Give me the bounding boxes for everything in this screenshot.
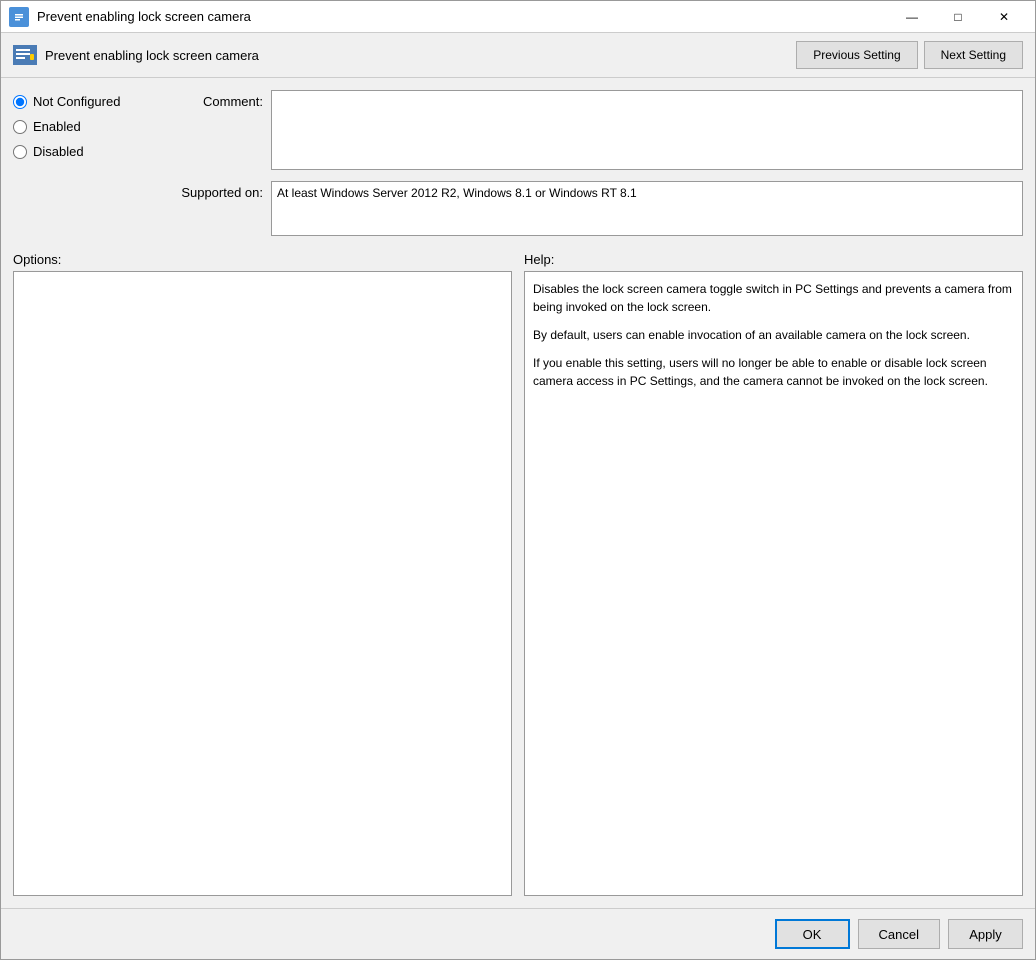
header-left: Prevent enabling lock screen camera: [13, 45, 259, 65]
header-title: Prevent enabling lock screen camera: [45, 48, 259, 63]
policy-icon: [13, 45, 37, 65]
supported-row: Supported on: At least Windows Server 20…: [173, 181, 1023, 236]
form-area: Comment: Supported on: At least Windows …: [173, 90, 1023, 236]
help-text-1: Disables the lock screen camera toggle s…: [533, 280, 1014, 316]
options-help-section: Options: Help: Disables the lock screen …: [13, 252, 1023, 896]
window-icon: [9, 7, 29, 27]
content-area: Not Configured Enabled Disabled Comment:: [1, 78, 1035, 908]
header-buttons: Previous Setting Next Setting: [796, 41, 1023, 69]
help-text-3: If you enable this setting, users will n…: [533, 354, 1014, 390]
supported-text: At least Windows Server 2012 R2, Windows…: [271, 181, 1023, 236]
disabled-label: Disabled: [33, 144, 84, 159]
supported-label: Supported on:: [173, 181, 263, 200]
footer: OK Cancel Apply: [1, 908, 1035, 959]
help-label: Help:: [524, 252, 1023, 267]
help-panel: Help: Disables the lock screen camera to…: [524, 252, 1023, 896]
title-bar: Prevent enabling lock screen camera — □ …: [1, 1, 1035, 33]
options-label: Options:: [13, 252, 512, 267]
minimize-button[interactable]: —: [889, 1, 935, 33]
not-configured-label: Not Configured: [33, 94, 120, 109]
maximize-button[interactable]: □: [935, 1, 981, 33]
enabled-option[interactable]: Enabled: [13, 119, 173, 134]
options-panel: Options:: [13, 252, 512, 896]
enabled-radio[interactable]: [13, 120, 27, 134]
window-controls: — □ ✕: [889, 1, 1027, 33]
next-setting-button[interactable]: Next Setting: [924, 41, 1023, 69]
supported-wrapper: At least Windows Server 2012 R2, Windows…: [271, 181, 1023, 236]
not-configured-option[interactable]: Not Configured: [13, 94, 173, 109]
radio-group: Not Configured Enabled Disabled: [13, 90, 173, 236]
top-section: Not Configured Enabled Disabled Comment:: [13, 90, 1023, 236]
comment-label: Comment:: [173, 90, 263, 109]
header-bar: Prevent enabling lock screen camera Prev…: [1, 33, 1035, 78]
apply-button[interactable]: Apply: [948, 919, 1023, 949]
cancel-button[interactable]: Cancel: [858, 919, 940, 949]
comment-wrapper: [271, 90, 1023, 173]
previous-setting-button[interactable]: Previous Setting: [796, 41, 917, 69]
window-title: Prevent enabling lock screen camera: [37, 9, 889, 24]
not-configured-radio[interactable]: [13, 95, 27, 109]
comment-textarea[interactable]: [271, 90, 1023, 170]
main-window: Prevent enabling lock screen camera — □ …: [0, 0, 1036, 960]
help-text-2: By default, users can enable invocation …: [533, 326, 1014, 344]
ok-button[interactable]: OK: [775, 919, 850, 949]
comment-row: Comment:: [173, 90, 1023, 173]
disabled-option[interactable]: Disabled: [13, 144, 173, 159]
close-button[interactable]: ✕: [981, 1, 1027, 33]
disabled-radio[interactable]: [13, 145, 27, 159]
options-box: [13, 271, 512, 896]
enabled-label: Enabled: [33, 119, 81, 134]
help-box: Disables the lock screen camera toggle s…: [524, 271, 1023, 896]
